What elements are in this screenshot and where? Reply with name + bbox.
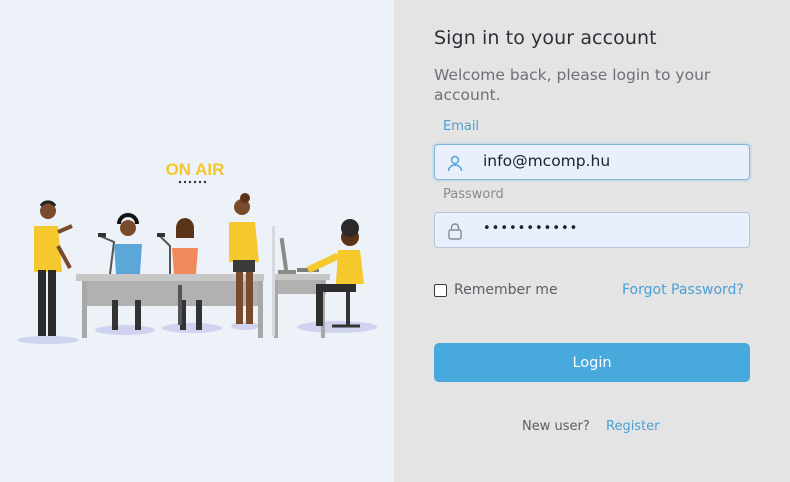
remember-me-label[interactable]: Remember me xyxy=(454,282,558,298)
email-label: Email xyxy=(443,119,480,134)
password-field[interactable]: ••••••••••• xyxy=(434,212,750,248)
email-field[interactable]: info@mcomp.hu xyxy=(434,144,750,180)
forgot-password-link[interactable]: Forgot Password? xyxy=(622,282,744,298)
radio-studio-illustration: ON AIR xyxy=(17,160,377,344)
on-air-sign: ON AIR xyxy=(166,160,225,179)
password-value[interactable]: ••••••••••• xyxy=(483,221,578,236)
login-button[interactable]: Login xyxy=(434,343,750,382)
lock-icon xyxy=(448,223,462,240)
new-user-text: New user? xyxy=(522,419,590,434)
register-link[interactable]: Register xyxy=(606,419,660,434)
user-icon xyxy=(447,155,463,172)
password-label: Password xyxy=(443,187,504,202)
remember-me-checkbox[interactable] xyxy=(434,283,447,297)
login-panel: Sign in to your account Welcome back, pl… xyxy=(394,0,790,482)
remember-me[interactable]: Remember me xyxy=(434,282,558,298)
login-title: Sign in to your account xyxy=(434,27,657,49)
login-subtitle: Welcome back, please login to your accou… xyxy=(434,66,711,104)
illustration-panel: ON AIR xyxy=(0,0,394,482)
email-value[interactable]: info@mcomp.hu xyxy=(483,152,610,170)
